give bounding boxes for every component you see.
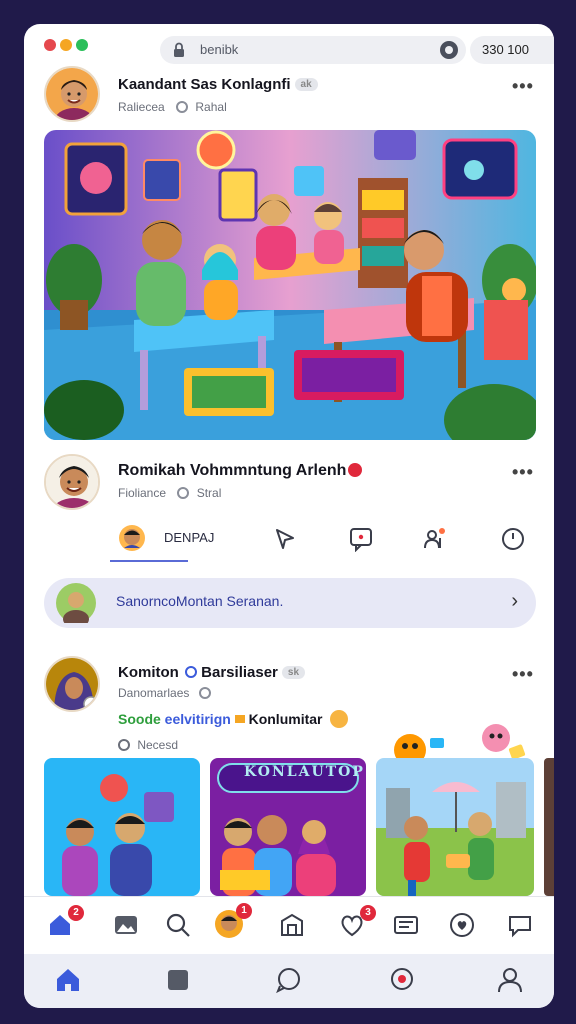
reload-icon[interactable] — [440, 41, 458, 59]
tab-account[interactable] — [496, 966, 526, 996]
emoji-icon — [330, 710, 349, 728]
pin-icon — [276, 529, 294, 549]
search-input[interactable]: SanorncoMontan Seranan. › — [44, 578, 536, 628]
user-icon — [498, 968, 522, 993]
search-icon — [166, 913, 190, 937]
avatar-icon — [119, 525, 145, 551]
chevron-right-icon[interactable]: › — [511, 590, 518, 613]
home-badge: 2 — [68, 905, 84, 921]
search-placeholder: SanorncoMontan Seranan. — [116, 593, 284, 609]
post1-more-button[interactable]: ••• — [512, 76, 534, 97]
thumbnail-2[interactable]: KONLAUTOP — [210, 758, 366, 896]
location-icon — [391, 968, 413, 990]
app-window: benibk 330 100 Kaandant Sas Konlagnfi ak … — [24, 24, 554, 1008]
thumbnail-3[interactable] — [376, 758, 534, 896]
group-icon — [185, 666, 197, 678]
store-icon — [281, 913, 303, 936]
thumbnail-4-peek[interactable] — [544, 758, 554, 896]
active-tab-indicator — [110, 560, 188, 562]
post1-tag: ak — [294, 78, 318, 91]
post3-status: Necesd — [118, 738, 178, 752]
chat-bubble-icon — [276, 968, 300, 994]
tab-location[interactable] — [388, 966, 418, 996]
tab-library[interactable] — [164, 966, 194, 996]
pin-button[interactable] — [272, 518, 300, 568]
maximize-window-button[interactable] — [76, 39, 88, 51]
chat-icon — [509, 916, 531, 938]
likes-badge: 3 — [360, 905, 376, 921]
stats-readout: 330 100 — [470, 36, 554, 64]
smile-icon — [198, 687, 211, 699]
post3-avatar[interactable] — [44, 656, 100, 712]
post3-tag: sk — [281, 666, 306, 679]
post3-text-blue: eelvitirign — [164, 711, 231, 727]
title-bar: benibk 330 100 — [24, 24, 554, 74]
comment-button[interactable] — [348, 518, 376, 568]
post2-author-name: Romikah Vohmmntung Arlenh — [118, 462, 347, 479]
nav-profile-button[interactable]: 1 — [214, 903, 252, 939]
post2-meta: Fioliance Stral — [118, 486, 221, 500]
post2-avatar[interactable] — [44, 454, 100, 510]
post2-author[interactable]: Romikah Vohmmntung Arlenh — [118, 462, 363, 480]
nav-inbox-button[interactable] — [392, 911, 422, 941]
user-avatar-icon — [56, 583, 96, 623]
nav-favorites-button[interactable] — [448, 911, 478, 941]
thumbnail-2-caption: KONLAUTOP — [244, 764, 365, 780]
post3-more-button[interactable]: ••• — [512, 664, 534, 685]
post1-image[interactable] — [44, 130, 536, 440]
post1-meta: Raliecea Rahal — [118, 100, 227, 114]
primary-nav: 2 1 3 — [24, 896, 554, 952]
profile-badge: 1 — [236, 903, 252, 919]
close-window-button[interactable] — [44, 39, 56, 51]
nav-photos-button[interactable] — [112, 911, 142, 941]
post1-meta-right: Rahal — [195, 100, 227, 114]
heart-icon — [450, 913, 474, 937]
tag-icon — [234, 715, 245, 723]
post3-text-dark: Konlumitar — [248, 711, 323, 727]
minimize-window-button[interactable] — [60, 39, 72, 51]
post3-text: Soode eelvitirign Konlumitar — [118, 710, 349, 728]
post1-author-name: Kaandant Sas Konlagnfi — [118, 76, 291, 93]
post3-meta-left: Danomarlaes — [118, 686, 190, 700]
people-button[interactable] — [422, 518, 450, 568]
post3-status-text: Necesd — [137, 738, 179, 752]
globe-icon — [177, 487, 190, 499]
nav-likes-button[interactable]: 3 — [338, 905, 376, 941]
post3-author-extra: Barsiliaser — [201, 664, 278, 681]
lock-icon — [174, 42, 184, 57]
home-icon — [57, 969, 79, 991]
history-button[interactable] — [500, 518, 528, 568]
live-badge-icon — [348, 463, 363, 477]
nav-search-button[interactable] — [164, 911, 194, 941]
image-icon — [115, 916, 137, 934]
post2-meta-right: Stral — [196, 486, 222, 500]
post2-more-button[interactable]: ••• — [512, 462, 534, 483]
tab-home[interactable] — [54, 966, 84, 996]
book-icon — [168, 970, 188, 990]
address-bar[interactable]: benibk — [160, 36, 466, 64]
post1-avatar[interactable] — [44, 66, 100, 122]
post-action-bar: DENPAJ — [24, 518, 554, 568]
tab-bar — [24, 954, 554, 1008]
post1-meta-left: Raliecea — [118, 100, 165, 114]
post3-author-name: Komiton — [118, 664, 179, 681]
post1-author[interactable]: Kaandant Sas Konlagnfi ak — [118, 76, 318, 93]
nav-store-button[interactable] — [278, 911, 308, 941]
thumbnail-1[interactable] — [44, 758, 200, 896]
tab-chat[interactable] — [274, 966, 304, 996]
nav-messages-button[interactable] — [506, 911, 536, 941]
nav-home-button[interactable]: 2 — [46, 905, 84, 941]
tab-profile-label: DENPAJ — [164, 530, 215, 545]
clock-icon — [502, 528, 524, 550]
comment-icon — [350, 528, 372, 552]
post3-author[interactable]: Komiton Barsiliaser sk — [118, 664, 306, 681]
people-icon — [424, 528, 445, 549]
post3-meta: Danomarlaes — [118, 686, 211, 700]
post2-meta-left: Fioliance — [118, 486, 167, 500]
globe-icon — [176, 101, 189, 113]
post3-text-green: Soode — [118, 711, 161, 727]
url-text: benibk — [200, 42, 239, 57]
inbox-icon — [394, 916, 418, 934]
clock-icon — [118, 739, 130, 751]
